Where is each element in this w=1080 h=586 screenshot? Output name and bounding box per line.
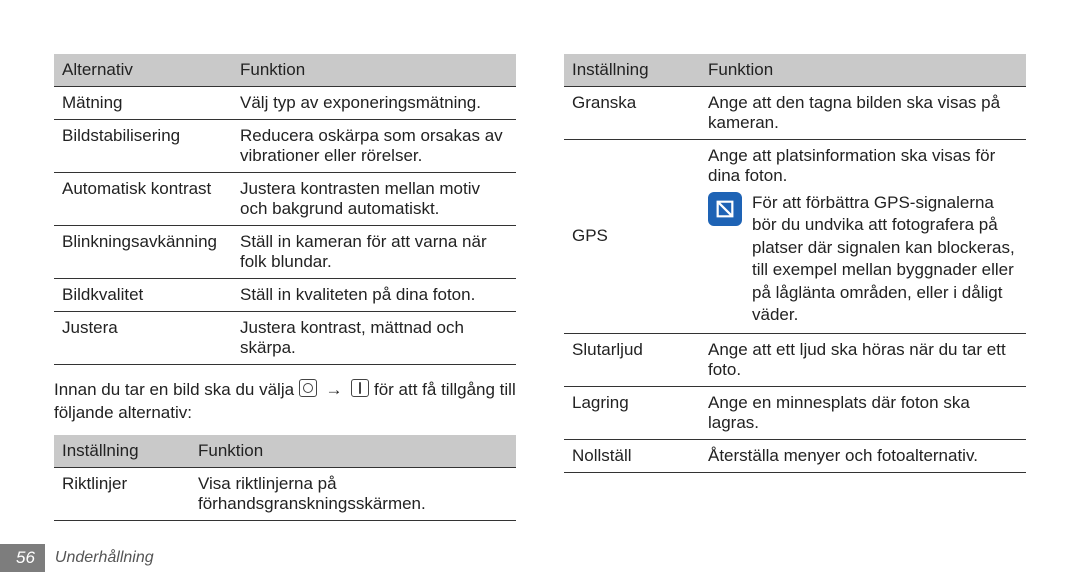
table-row: Granska Ange att den tagna bilden ska vi…	[564, 87, 1026, 140]
table-row: Nollställ Återställa menyer och fotoalte…	[564, 439, 1026, 472]
settings-table-right: Inställning Funktion Granska Ange att de…	[564, 54, 1026, 473]
info-note-icon	[708, 192, 742, 226]
options-table: Alternativ Funktion MätningVälj typ av e…	[54, 54, 516, 365]
th-funktion-r: Funktion	[700, 54, 1026, 87]
table-row: BildkvalitetStäll in kvaliteten på dina …	[54, 279, 516, 312]
table-row: BlinkningsavkänningStäll in kameran för …	[54, 226, 516, 279]
arrow-icon: →	[322, 380, 347, 399]
left-column: Alternativ Funktion MätningVälj typ av e…	[54, 54, 516, 531]
table-row: Lagring Ange en minnesplats där foton sk…	[564, 386, 1026, 439]
table-row: BildstabiliseringReducera oskärpa som or…	[54, 120, 516, 173]
note-callout: För att förbättra GPS-signalerna bör du …	[708, 192, 1016, 327]
intro-text-before: Innan du tar en bild ska du välja	[54, 380, 299, 399]
page-body: Alternativ Funktion MätningVälj typ av e…	[0, 0, 1080, 531]
settings-table-left: Inställning Funktion RiktlinjerVisa rikt…	[54, 435, 516, 521]
table-row: JusteraJustera kontrast, mättnad och skä…	[54, 312, 516, 365]
table-row: Automatisk kontrastJustera kontrasten me…	[54, 173, 516, 226]
th-funktion2: Funktion	[190, 435, 516, 468]
th-installning: Inställning	[54, 435, 190, 468]
section-label: Underhållning	[55, 549, 154, 567]
th-alternativ: Alternativ	[54, 54, 232, 87]
right-column: Inställning Funktion Granska Ange att de…	[564, 54, 1026, 531]
intro-paragraph: Innan du tar en bild ska du välja → för …	[54, 379, 516, 425]
table-row: RiktlinjerVisa riktlinjerna på förhandsg…	[54, 467, 516, 520]
th-funktion: Funktion	[232, 54, 516, 87]
table-row: Slutarljud Ange att ett ljud ska höras n…	[564, 333, 1026, 386]
settings-gear-icon	[299, 379, 317, 397]
gps-note-text: För att förbättra GPS-signalerna bör du …	[752, 192, 1016, 327]
page-footer: 56 Underhållning	[0, 544, 154, 572]
table-row: MätningVälj typ av exponeringsmätning.	[54, 87, 516, 120]
th-installning-r: Inställning	[564, 54, 700, 87]
tool-icon	[351, 379, 369, 397]
table-row-gps: GPS Ange att platsinformation ska visas …	[564, 140, 1026, 334]
page-number: 56	[0, 544, 45, 572]
gps-lead-text: Ange att platsinformation ska visas för …	[708, 146, 1016, 186]
